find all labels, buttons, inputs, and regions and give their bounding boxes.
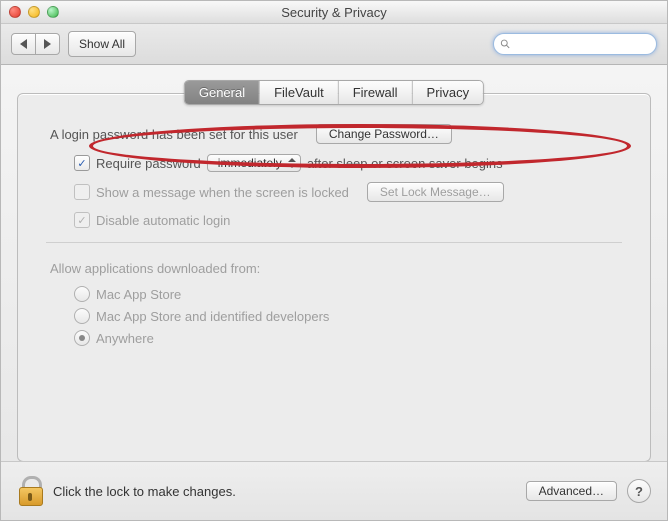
chevron-right-icon: [44, 39, 51, 49]
zoom-window-button[interactable]: [47, 6, 59, 18]
radio-mac-app-store: [74, 286, 90, 302]
change-password-button[interactable]: Change Password…: [316, 124, 452, 144]
search-input[interactable]: [515, 36, 650, 52]
show-lock-message-checkbox: [74, 184, 90, 200]
security-privacy-window: Security & Privacy Show All General File…: [0, 0, 668, 521]
back-button[interactable]: [11, 33, 36, 55]
forward-button[interactable]: [36, 33, 60, 55]
radio-anywhere: [74, 330, 90, 346]
chevron-left-icon: [20, 39, 27, 49]
require-password-label-before: Require password: [96, 156, 201, 171]
require-password-delay-value: immediately: [218, 156, 282, 170]
radio-anywhere-label: Anywhere: [96, 331, 154, 346]
require-password-checkbox[interactable]: ✓: [74, 155, 90, 171]
login-password-set-label: A login password has been set for this u…: [50, 127, 298, 142]
search-field[interactable]: [493, 33, 657, 55]
allow-apps-heading: Allow applications downloaded from:: [50, 261, 260, 276]
divider: [46, 242, 622, 243]
search-icon: [500, 38, 511, 50]
toolbar: Show All: [1, 24, 667, 65]
tab-pane: General FileVault Firewall Privacy A log…: [17, 93, 651, 462]
radio-identified-developers: [74, 308, 90, 324]
footer: Click the lock to make changes. Advanced…: [1, 461, 667, 520]
show-lock-message-label: Show a message when the screen is locked: [96, 185, 349, 200]
disable-automatic-login-label: Disable automatic login: [96, 213, 230, 228]
advanced-button[interactable]: Advanced…: [526, 481, 617, 501]
show-all-button[interactable]: Show All: [68, 31, 136, 57]
help-button[interactable]: ?: [627, 479, 651, 503]
close-window-button[interactable]: [9, 6, 21, 18]
disable-automatic-login-checkbox: ✓: [74, 212, 90, 228]
tab-filevault[interactable]: FileVault: [260, 81, 339, 104]
minimize-window-button[interactable]: [28, 6, 40, 18]
titlebar: Security & Privacy: [1, 1, 667, 24]
tab-privacy[interactable]: Privacy: [413, 81, 484, 104]
window-title: Security & Privacy: [1, 5, 667, 20]
tab-firewall[interactable]: Firewall: [339, 81, 413, 104]
tab-bar: General FileVault Firewall Privacy: [184, 80, 484, 105]
radio-identified-developers-label: Mac App Store and identified developers: [96, 309, 329, 324]
lock-hint-text: Click the lock to make changes.: [53, 484, 236, 499]
allow-apps-radio-group: Mac App Store Mac App Store and identifi…: [46, 286, 622, 346]
tab-general[interactable]: General: [185, 81, 260, 104]
stepper-icon: [288, 158, 296, 168]
radio-mac-app-store-label: Mac App Store: [96, 287, 181, 302]
set-lock-message-button: Set Lock Message…: [367, 182, 504, 202]
require-password-label-after: after sleep or screen saver begins: [307, 156, 503, 171]
require-password-delay-dropdown[interactable]: immediately: [207, 154, 301, 172]
lock-icon[interactable]: [17, 476, 43, 506]
